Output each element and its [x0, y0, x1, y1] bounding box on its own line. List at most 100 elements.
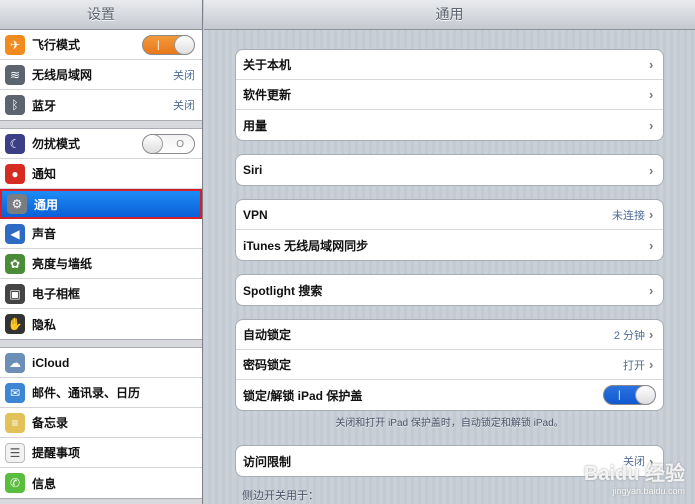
chevron-right-icon: › [649, 117, 654, 133]
settings-row[interactable]: 自动锁定 2 分钟 › [236, 320, 663, 350]
sidebar-item-label: 勿扰模式 [32, 137, 81, 151]
settings-row[interactable]: Siri › [236, 155, 663, 185]
cloud-icon: ☁ [5, 352, 25, 373]
sidebar-item-label: 声音 [32, 227, 57, 241]
sidebar-item[interactable]: ≡ 备忘录 [0, 408, 202, 438]
settings-row-value: 2 分钟 [613, 329, 645, 342]
settings-row-label: Siri [243, 163, 263, 177]
settings-card: 关于本机 › 软件更新 › 用量 › [235, 49, 664, 141]
toggle-knob [174, 35, 194, 54]
general-pane: 通用 关于本机 › 软件更新 › 用量 › Siri › VPN 未连接 › iTunes 无线局域网… [204, 0, 695, 504]
settings-row[interactable]: VPN 未连接 › [236, 200, 663, 230]
flower-icon: ✿ [5, 253, 25, 274]
settings-row-value: 未连接 [612, 209, 645, 222]
toggle-switch[interactable]: | [142, 34, 195, 55]
toggle-knob [143, 134, 163, 153]
settings-row-label: 自动锁定 [243, 328, 292, 342]
chevron-right-icon: › [649, 162, 654, 178]
chevron-right-icon: › [649, 327, 654, 342]
settings-row-label: 密码锁定 [243, 358, 292, 372]
toggle-mark-icon: O [176, 138, 184, 150]
settings-row-label: VPN [243, 207, 268, 222]
settings-card: VPN 未连接 › iTunes 无线局域网同步 › [235, 199, 664, 261]
toggle-switch[interactable]: O [142, 133, 195, 154]
settings-card: Siri › [235, 154, 664, 186]
settings-row[interactable]: 锁定/解锁 iPad 保护盖 | [236, 380, 663, 410]
gear-icon: ⚙ [7, 194, 27, 214]
settings-row-label: 关于本机 [243, 58, 292, 72]
chevron-right-icon: › [649, 357, 654, 372]
sidebar-item[interactable]: ☁ iCloud [0, 348, 202, 378]
speaker-icon: ◀ [5, 223, 25, 244]
sidebar-item[interactable]: ᛒ 蓝牙 关闭 [0, 90, 202, 120]
sidebar-item[interactable]: ✆ 信息 [0, 468, 202, 498]
chevron-right-icon: › [649, 282, 654, 298]
sidebar-group: ✈ 飞行模式 | ≋ 无线局域网 关闭 ᛒ 蓝牙 关闭 [0, 30, 202, 121]
sidebar-group: ☾ 勿扰模式 O ● 通知 ⚙ 通用 ◀ 声音 ✿ 亮度与墙纸 ▣ 电子相框 ✋ 隐私 [0, 128, 202, 340]
settings-sidebar: 设置 ✈ 飞行模式 | ≋ 无线局域网 关闭 ᛒ 蓝牙 关闭 ☾ 勿扰模式 O ● 通知 ⚙ 通用 ◀ 声音 ✿ 亮度… [0, 0, 203, 504]
settings-row-label: Spotlight 搜索 [243, 283, 323, 298]
settings-row[interactable]: Spotlight 搜索 › [236, 275, 663, 305]
sidebar-item-label: iCloud [32, 355, 70, 370]
cover-lock-footnote: 关闭和打开 iPad 保护盖时，自动锁定和解锁 iPad。 [335, 418, 564, 429]
watermark-brand: Baidu 经验 [583, 463, 685, 485]
sidebar-item[interactable]: ⚙ 通用 [0, 189, 202, 219]
settings-row-label: 锁定/解锁 iPad 保护盖 [243, 388, 363, 403]
watermark-url: jingyan.baidu.com [612, 486, 685, 496]
settings-row-label: 访问限制 [243, 454, 292, 469]
settings-row-label: 用量 [243, 118, 268, 133]
sidebar-item-label: 蓝牙 [32, 98, 57, 113]
toggle-mark-icon: | [618, 390, 621, 401]
sidebar-item[interactable]: ▣ 电子相框 [0, 279, 202, 309]
wifi-icon: ≋ [5, 64, 25, 85]
sidebar-item-label: 提醒事项 [32, 446, 81, 460]
chevron-right-icon: › [649, 57, 654, 72]
sidebar-item-label: 亮度与墙纸 [32, 257, 93, 271]
settings-row[interactable]: 关于本机 › [236, 50, 663, 80]
sidebar-item[interactable]: ● 通知 [0, 159, 202, 189]
side-switch-label: 侧边开关用于： [242, 490, 319, 502]
sidebar-item[interactable]: ✉ 邮件、通讯录、日历 [0, 378, 202, 408]
sidebar-groups: ✈ 飞行模式 | ≋ 无线局域网 关闭 ᛒ 蓝牙 关闭 ☾ 勿扰模式 O ● 通知 ⚙ 通用 ◀ 声音 ✿ 亮度与墙纸… [0, 30, 202, 499]
sidebar-item[interactable]: ☰ 提醒事项 [0, 438, 202, 468]
mail-icon: ✉ [5, 382, 25, 403]
sidebar-item-value: 关闭 [173, 69, 195, 82]
bluetooth-icon: ᛒ [5, 95, 25, 115]
settings-row-label: 软件更新 [243, 88, 292, 102]
sidebar-item-label: 无线局域网 [32, 68, 93, 82]
watermark: Baidu 经验 jingyan.baidu.com [584, 457, 685, 496]
sidebar-item-label: 通知 [32, 167, 57, 181]
settings-row[interactable]: 密码锁定 打开 › [236, 350, 663, 380]
sidebar-item[interactable]: ✈ 飞行模式 | [0, 30, 202, 60]
sidebar-item[interactable]: ◀ 声音 [0, 219, 202, 249]
settings-row[interactable]: iTunes 无线局域网同步 › [236, 230, 663, 260]
moon-icon: ☾ [5, 133, 25, 154]
sidebar-item-value: 关闭 [173, 100, 195, 112]
settings-row[interactable]: 用量 › [236, 110, 663, 140]
photo-frame-icon: ▣ [5, 283, 25, 304]
sidebar-item-label: 隐私 [32, 317, 57, 332]
toggle-switch[interactable]: | [603, 385, 656, 405]
settings-row[interactable]: 软件更新 › [236, 80, 663, 110]
sidebar-item[interactable]: ☾ 勿扰模式 O [0, 129, 202, 159]
sidebar-item-label: 飞行模式 [32, 38, 81, 52]
sidebar-title: 设置 [0, 0, 202, 30]
notification-icon: ● [5, 163, 25, 184]
hand-icon: ✋ [5, 314, 25, 334]
settings-card: 自动锁定 2 分钟 › 密码锁定 打开 › 锁定/解锁 iPad 保护盖 | [235, 319, 664, 411]
sidebar-item[interactable]: ✋ 隐私 [0, 309, 202, 339]
sidebar-group: ☁ iCloud ✉ 邮件、通讯录、日历 ≡ 备忘录 ☰ 提醒事项 ✆ 信息 [0, 347, 202, 499]
chevron-right-icon: › [649, 87, 654, 102]
pane-title: 通用 [204, 0, 695, 30]
messages-icon: ✆ [5, 473, 25, 493]
toggle-knob [635, 386, 655, 404]
sidebar-item[interactable]: ✿ 亮度与墙纸 [0, 249, 202, 279]
sidebar-item-label: 电子相框 [32, 287, 81, 301]
sidebar-item[interactable]: ≋ 无线局域网 关闭 [0, 60, 202, 90]
toggle-mark-icon: | [157, 39, 160, 51]
settings-card: Spotlight 搜索 › [235, 274, 664, 306]
airplane-icon: ✈ [5, 34, 25, 55]
sidebar-item-label: 信息 [32, 476, 57, 491]
sidebar-item-label: 备忘录 [32, 416, 69, 430]
sidebar-item-label: 通用 [34, 197, 59, 212]
